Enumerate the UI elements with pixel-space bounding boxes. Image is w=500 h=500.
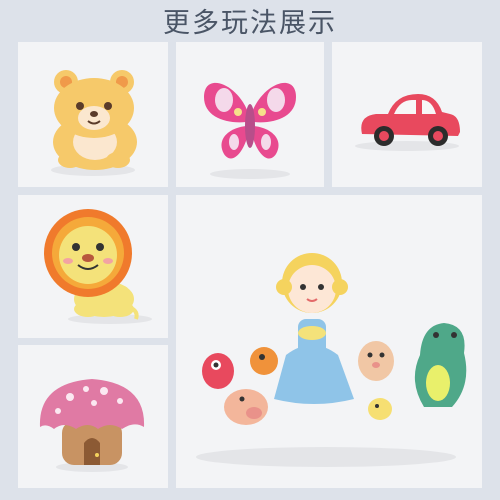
butterfly-figure-image [204, 82, 296, 179]
mushroom-house-figure-image [39, 379, 145, 472]
lion-figure-image [44, 209, 152, 324]
gallery-tile-car[interactable] [332, 42, 482, 187]
bear-figure-image [51, 70, 137, 176]
gallery-tile-lion[interactable] [18, 195, 168, 338]
gallery-tile-bear[interactable] [18, 42, 168, 187]
page-title: 更多玩法展示 [163, 8, 337, 39]
car-figure-image [355, 94, 460, 151]
doll-group-image [196, 253, 467, 467]
gallery-tile-mushroom-house[interactable] [18, 345, 168, 488]
gallery-tile-butterfly[interactable] [176, 42, 324, 187]
gallery-tile-doll-group[interactable] [176, 195, 482, 488]
